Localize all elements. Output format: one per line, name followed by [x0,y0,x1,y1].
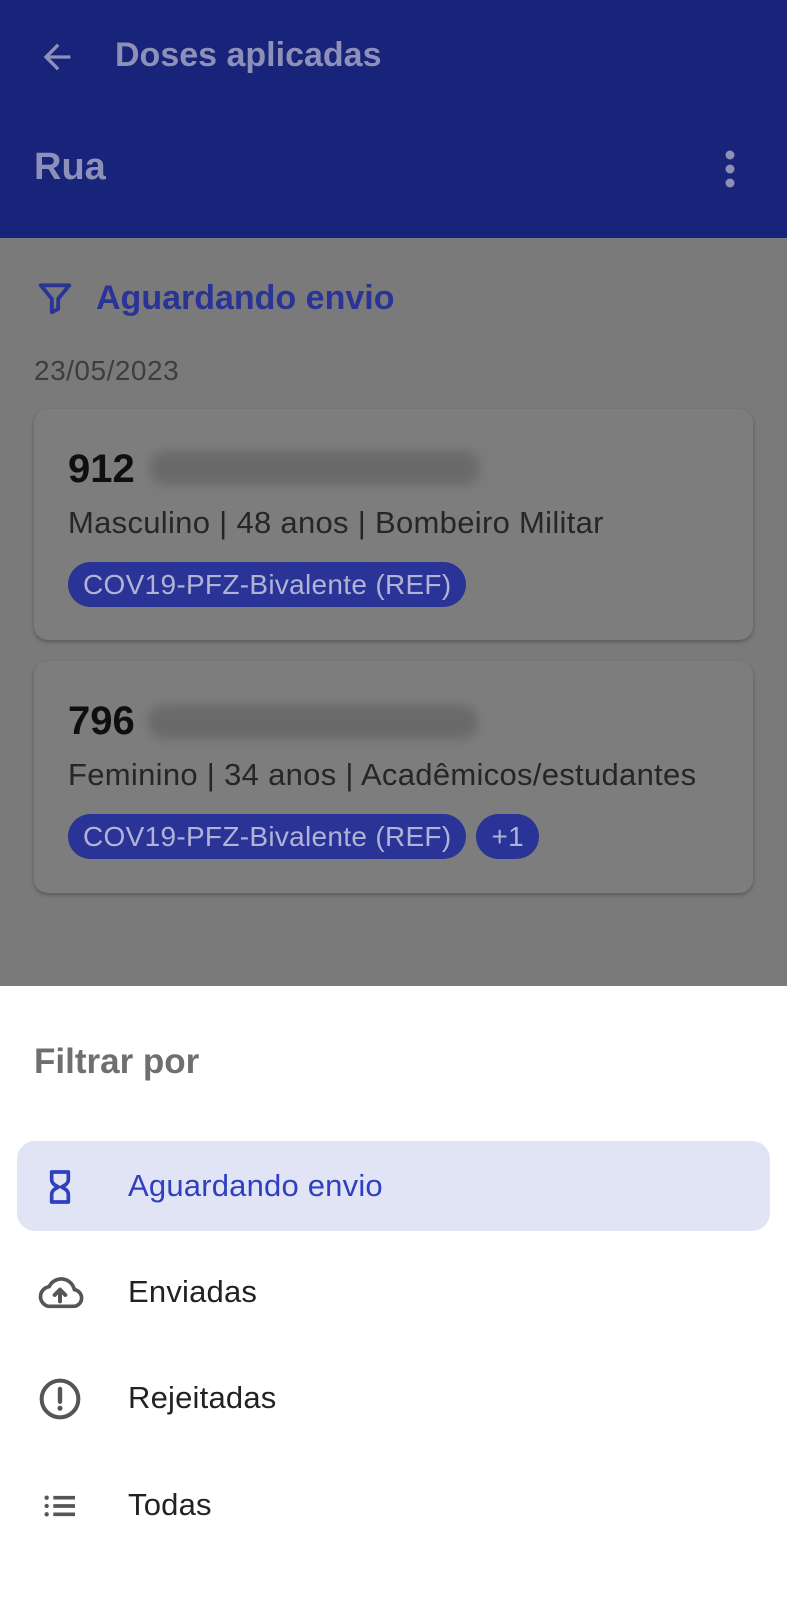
active-filter-label: Aguardando envio [96,278,395,317]
sheet-title: Filtrar por [34,1042,200,1081]
back-button[interactable] [30,30,84,84]
record-card[interactable]: 796 Feminino | 34 anos | Acadêmicos/estu… [34,661,753,893]
vaccine-tag: COV19-PFZ-Bivalente (REF) [68,562,467,607]
page-title: Doses aplicadas [115,36,382,74]
active-filter[interactable]: Aguardando envio [36,272,394,324]
vaccine-tags: COV19-PFZ-Bivalente (REF) +1 [68,814,539,859]
redacted-name [150,451,480,485]
record-info: Feminino | 34 anos | Acadêmicos/estudant… [68,757,697,792]
filter-option-label: Todas [128,1487,212,1522]
record-card[interactable]: 912 Masculino | 48 anos | Bombeiro Milit… [34,409,753,640]
filter-option-todas[interactable]: Todas [17,1460,770,1550]
filter-option-enviadas[interactable]: Enviadas [17,1247,770,1337]
app-bar: Doses aplicadas Rua [0,0,787,238]
record-id: 796 [68,699,135,743]
arrow-left-icon [43,43,71,71]
overflow-menu-button[interactable] [712,144,748,194]
filter-option-label: Rejeitadas [128,1380,277,1415]
filter-icon [38,283,72,315]
filter-option-rejeitadas[interactable]: Rejeitadas [17,1353,770,1443]
record-info: Masculino | 48 anos | Bombeiro Militar [68,505,604,540]
filter-option-label: Aguardando envio [128,1168,383,1203]
hourglass-icon [35,1162,85,1212]
filter-option-label: Enviadas [128,1274,258,1309]
vaccine-tags: COV19-PFZ-Bivalente (REF) [68,562,467,607]
more-tags-badge: +1 [476,814,539,859]
cloud-upload-icon [35,1268,85,1318]
location-subtitle: Rua [34,146,106,188]
alert-circle-icon [35,1374,85,1424]
more-vertical-icon [725,150,735,188]
date-group-header: 23/05/2023 [34,355,180,386]
filter-option-aguardando-envio[interactable]: Aguardando envio [17,1141,770,1231]
record-id: 912 [68,447,135,491]
list-icon [35,1481,85,1531]
redacted-name [148,705,478,739]
vaccine-tag: COV19-PFZ-Bivalente (REF) [68,814,467,859]
